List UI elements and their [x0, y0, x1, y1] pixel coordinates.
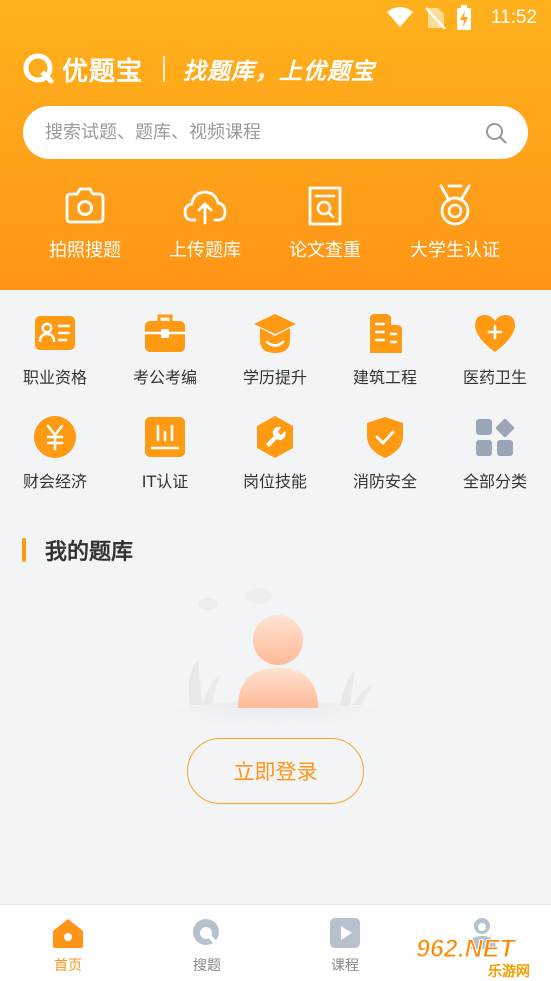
graduation-cap-icon — [254, 314, 296, 353]
nav-label: 搜题 — [193, 958, 221, 974]
quick-action-label: 上传题库 — [169, 240, 241, 261]
quick-action-plagiarism-check[interactable]: 论文查重 — [285, 182, 365, 262]
building-icon — [370, 314, 402, 353]
quick-action-label: 拍照搜题 — [49, 240, 121, 261]
category-label: 考公考编 — [132, 368, 197, 387]
home-icon — [53, 919, 83, 948]
category-label: 岗位技能 — [242, 472, 307, 491]
quick-action-student-verify[interactable]: 大学生认证 — [405, 182, 505, 262]
search-input[interactable] — [45, 122, 484, 143]
watermark-subtext: 乐游网 — [488, 963, 530, 980]
search-bar[interactable] — [23, 106, 528, 159]
monitor-icon — [145, 417, 185, 457]
category-medicine[interactable]: 医药卫生 — [440, 310, 550, 388]
watermark-text: 962.NET — [416, 935, 517, 963]
watermark-logo: 962.NET 乐游网 — [416, 935, 531, 981]
status-bar: 11:52 — [0, 0, 551, 36]
briefcase-icon — [145, 314, 185, 352]
yuan-icon — [34, 416, 76, 458]
document-search-icon — [308, 186, 342, 226]
header: 11:52 优题宝 找题库，上优题宝 拍照搜题 — [0, 0, 551, 290]
nav-search[interactable]: 搜题 — [157, 915, 257, 975]
medal-icon — [439, 184, 471, 226]
category-label: 学历提升 — [242, 368, 307, 387]
nav-courses[interactable]: 课程 — [295, 915, 395, 975]
category-it-certification[interactable]: IT认证 — [110, 414, 220, 492]
camera-icon — [65, 187, 105, 224]
shield-check-icon — [367, 417, 403, 458]
section-title: 我的题库 — [22, 535, 133, 565]
brand-name: 优题宝 — [62, 56, 144, 87]
login-button[interactable]: 立即登录 — [187, 738, 364, 804]
category-all[interactable]: 全部分类 — [440, 414, 550, 492]
category-label: 全部分类 — [462, 472, 527, 491]
nav-label: 首页 — [54, 958, 82, 974]
play-icon — [330, 918, 360, 948]
status-time: 11:52 — [490, 7, 537, 28]
quick-action-photo-search[interactable]: 拍照搜题 — [45, 182, 125, 262]
wifi-icon — [387, 7, 413, 27]
category-professional-qualification[interactable]: 职业资格 — [0, 310, 110, 388]
category-label: 消防安全 — [352, 472, 417, 491]
id-card-icon — [35, 316, 75, 350]
brand-slogan: 找题库，上优题宝 — [183, 59, 376, 85]
quick-action-upload-bank[interactable]: 上传题库 — [165, 182, 245, 262]
quick-actions: 拍照搜题 上传题库 论文查重 大学生认证 — [0, 182, 551, 272]
quick-action-label: 大学生认证 — [410, 240, 500, 261]
brand-divider — [163, 56, 166, 82]
battery-charging-icon — [457, 5, 471, 30]
category-label: 职业资格 — [22, 368, 87, 387]
nav-label: 课程 — [331, 958, 359, 974]
category-job-skills[interactable]: 岗位技能 — [220, 414, 330, 492]
category-label: IT认证 — [141, 472, 189, 491]
section-title-text: 我的题库 — [45, 540, 134, 565]
category-education[interactable]: 学历提升 — [220, 310, 330, 388]
grid-icon — [476, 418, 515, 456]
quick-action-label: 论文查重 — [289, 240, 361, 261]
wrench-icon — [257, 416, 293, 458]
category-fire-safety[interactable]: 消防安全 — [330, 414, 440, 492]
category-label: 医药卫生 — [462, 368, 527, 387]
cloud-upload-icon — [183, 190, 227, 225]
category-label: 建筑工程 — [352, 368, 417, 387]
search-logo-icon — [193, 919, 221, 948]
category-finance[interactable]: 财会经济 — [0, 414, 110, 492]
search-icon[interactable] — [484, 121, 508, 145]
empty-state-user-illustration — [140, 588, 410, 730]
section-title-bar — [22, 538, 26, 562]
heart-plus-icon — [475, 315, 515, 352]
brand-logo-icon — [23, 53, 54, 84]
brand-row: 优题宝 找题库，上优题宝 — [22, 50, 375, 88]
category-civil-service[interactable]: 考公考编 — [110, 310, 220, 388]
category-label: 财会经济 — [22, 472, 87, 491]
no-sim-icon — [425, 7, 446, 30]
category-construction[interactable]: 建筑工程 — [330, 310, 440, 388]
nav-home[interactable]: 首页 — [18, 915, 118, 975]
